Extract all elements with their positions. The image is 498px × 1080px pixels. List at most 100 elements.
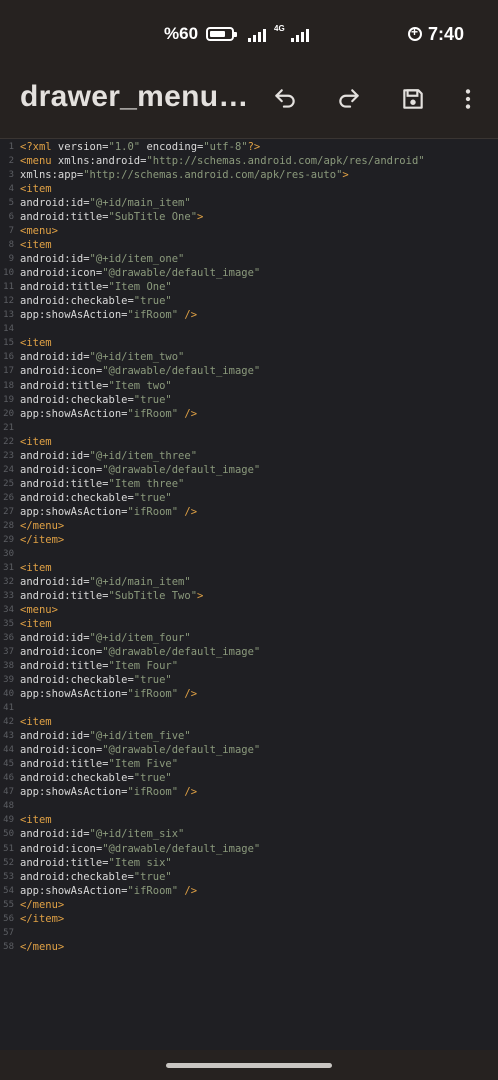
code-line[interactable]: 12 android:checkable="true" bbox=[0, 294, 498, 308]
code-line[interactable]: 34 <menu> bbox=[0, 603, 498, 617]
code-line[interactable]: 19 android:checkable="true" bbox=[0, 393, 498, 407]
code-line[interactable]: 17 android:icon="@drawable/default_image" bbox=[0, 364, 498, 378]
code-line[interactable]: 20 app:showAsAction="ifRoom" /> bbox=[0, 407, 498, 421]
code-line[interactable]: 48 bbox=[0, 799, 498, 813]
xml-tag: </item> bbox=[20, 533, 65, 546]
redo-button[interactable] bbox=[333, 83, 365, 115]
code-line[interactable]: 5 android:id="@+id/main_item" bbox=[0, 196, 498, 210]
code-line[interactable]: 14 bbox=[0, 322, 498, 336]
xml-attribute: android:id= bbox=[20, 351, 90, 364]
xml-tag: <menu> bbox=[20, 225, 58, 238]
code-line[interactable]: 56 </item> bbox=[0, 912, 498, 926]
xml-value: "@+id/item_five" bbox=[89, 730, 191, 743]
code-line[interactable]: 4 <item bbox=[0, 182, 498, 196]
code-line[interactable]: 53 android:checkable="true" bbox=[0, 870, 498, 884]
code-line[interactable]: 39 android:checkable="true" bbox=[0, 673, 498, 687]
line-number: 17 bbox=[3, 366, 14, 377]
line-number: 13 bbox=[3, 310, 14, 321]
line-source: <item bbox=[20, 182, 52, 196]
code-line[interactable]: 50 android:id="@+id/item_six" bbox=[0, 827, 498, 841]
line-number: 10 bbox=[3, 268, 14, 279]
code-editor[interactable]: 1 <?xml version="1.0" encoding="utf-8"?> 2… bbox=[0, 139, 498, 1050]
code-line[interactable]: 6 android:title="SubTitle One"> bbox=[0, 210, 498, 224]
code-line[interactable]: 38 android:title="Item Four" bbox=[0, 659, 498, 673]
home-indicator[interactable] bbox=[166, 1063, 332, 1068]
xml-attribute: android:title= bbox=[20, 660, 109, 673]
code-line[interactable]: 24 android:icon="@drawable/default_image" bbox=[0, 463, 498, 477]
xml-tag: /> bbox=[178, 309, 198, 322]
code-line[interactable]: 1 <?xml version="1.0" encoding="utf-8"?> bbox=[0, 140, 498, 154]
code-line[interactable]: 2 <menu xmlns:android="http://schemas.and… bbox=[0, 154, 498, 168]
more-options-button[interactable] bbox=[452, 83, 484, 115]
code-line[interactable]: 57 bbox=[0, 926, 498, 940]
line-source: app:showAsAction="ifRoom" /> bbox=[20, 884, 197, 898]
code-line[interactable]: 13 app:showAsAction="ifRoom" /> bbox=[0, 308, 498, 322]
code-line[interactable]: 44 android:icon="@drawable/default_image" bbox=[0, 743, 498, 757]
xml-value: "@+id/main_item" bbox=[89, 575, 191, 588]
xml-attribute: android:icon= bbox=[20, 267, 103, 280]
app-bar: drawer_menu… bbox=[0, 66, 498, 139]
code-line[interactable]: 3 xmlns:app="http://schemas.android.com/a… bbox=[0, 168, 498, 182]
code-line[interactable]: 58 </menu> bbox=[0, 940, 498, 954]
line-source: </menu> bbox=[20, 519, 64, 533]
code-line[interactable]: 35 <item bbox=[0, 617, 498, 631]
line-number: 21 bbox=[3, 422, 14, 433]
line-number: 14 bbox=[3, 324, 14, 335]
code-line[interactable]: 36 android:id="@+id/item_four" bbox=[0, 631, 498, 645]
code-line[interactable]: 11 android:title="Item One" bbox=[0, 280, 498, 294]
code-line[interactable]: 40 app:showAsAction="ifRoom" /> bbox=[0, 687, 498, 701]
code-line[interactable]: 54 app:showAsAction="ifRoom" /> bbox=[0, 884, 498, 898]
code-line[interactable]: 43 android:id="@+id/item_five" bbox=[0, 729, 498, 743]
xml-attribute: android:title= bbox=[20, 211, 109, 224]
code-line[interactable]: 21 bbox=[0, 421, 498, 435]
line-number: 40 bbox=[3, 689, 14, 700]
code-line[interactable]: 18 android:title="Item two" bbox=[0, 379, 498, 393]
line-number: 56 bbox=[3, 913, 14, 924]
code-line[interactable]: 25 android:title="Item three" bbox=[0, 477, 498, 491]
undo-button[interactable] bbox=[269, 83, 301, 115]
code-line[interactable]: 9 android:id="@+id/item_one" bbox=[0, 252, 498, 266]
xml-tag: <item bbox=[20, 561, 52, 574]
code-line[interactable]: 45 android:title="Item Five" bbox=[0, 757, 498, 771]
line-source: android:checkable="true" bbox=[20, 393, 172, 407]
code-line[interactable]: 47 app:showAsAction="ifRoom" /> bbox=[0, 785, 498, 799]
line-source: app:showAsAction="ifRoom" /> bbox=[20, 785, 197, 799]
code-line[interactable]: 41 bbox=[0, 701, 498, 715]
code-line[interactable]: 7 <menu> bbox=[0, 224, 498, 238]
code-line[interactable]: 32 android:id="@+id/main_item" bbox=[0, 575, 498, 589]
xml-value: "Item One" bbox=[108, 281, 172, 294]
code-line[interactable]: 26 android:checkable="true" bbox=[0, 491, 498, 505]
xml-value: "@+id/item_four" bbox=[89, 632, 191, 645]
xml-tag: > bbox=[197, 211, 204, 224]
save-button[interactable] bbox=[397, 83, 429, 115]
line-source: android:checkable="true" bbox=[20, 491, 172, 505]
code-line[interactable]: 33 android:title="SubTitle Two"> bbox=[0, 589, 498, 603]
code-line[interactable]: 23 android:id="@+id/item_three" bbox=[0, 449, 498, 463]
code-line[interactable]: 51 android:icon="@drawable/default_image" bbox=[0, 842, 498, 856]
xml-attribute: android:checkable= bbox=[20, 491, 134, 504]
code-line[interactable]: 8 <item bbox=[0, 238, 498, 252]
battery-percent: %60 bbox=[164, 24, 199, 43]
code-line[interactable]: 30 bbox=[0, 547, 498, 561]
code-line[interactable]: 28 </menu> bbox=[0, 519, 498, 533]
line-number: 42 bbox=[3, 717, 14, 728]
xml-value: "@+id/item_two" bbox=[89, 351, 185, 364]
code-line[interactable]: 27 app:showAsAction="ifRoom" /> bbox=[0, 505, 498, 519]
code-line[interactable]: 42 <item bbox=[0, 715, 498, 729]
code-line[interactable]: 37 android:icon="@drawable/default_image" bbox=[0, 645, 498, 659]
line-number: 15 bbox=[3, 338, 14, 349]
xml-value: "ifRoom" bbox=[127, 505, 179, 518]
code-line[interactable]: 46 android:checkable="true" bbox=[0, 771, 498, 785]
xml-value: "true" bbox=[133, 295, 172, 308]
code-line[interactable]: 55 </menu> bbox=[0, 898, 498, 912]
line-source: android:id="@+id/main_item" bbox=[20, 575, 191, 589]
code-line[interactable]: 52 android:title="Item six" bbox=[0, 856, 498, 870]
code-line[interactable]: 10 android:icon="@drawable/default_image" bbox=[0, 266, 498, 280]
code-line[interactable]: 31 <item bbox=[0, 561, 498, 575]
code-line[interactable]: 15 <item bbox=[0, 336, 498, 350]
code-line[interactable]: 16 android:id="@+id/item_two" bbox=[0, 350, 498, 364]
code-line[interactable]: 22 <item bbox=[0, 435, 498, 449]
code-line[interactable]: 49 <item bbox=[0, 813, 498, 827]
code-line[interactable]: 29 </item> bbox=[0, 533, 498, 547]
xml-attribute: android:title= bbox=[20, 856, 109, 869]
